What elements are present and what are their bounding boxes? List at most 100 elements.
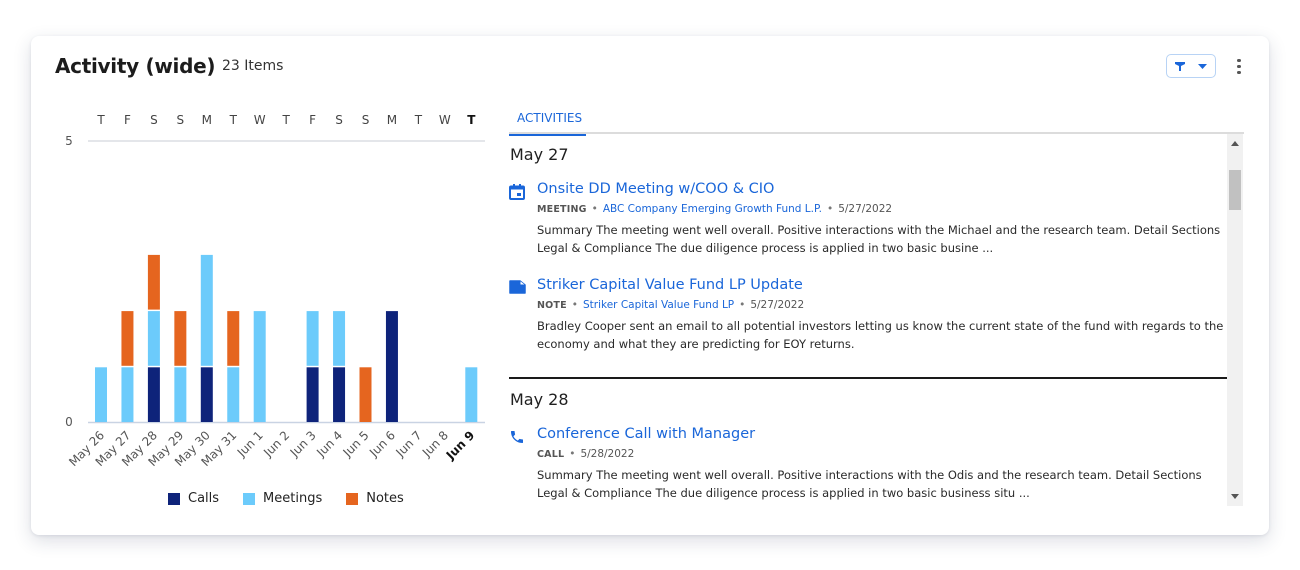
x-tick-label: Jun 2: [260, 428, 292, 460]
activity-title-link[interactable]: Striker Capital Value Fund LP Update: [537, 277, 1227, 293]
activity-type: MEETING: [537, 204, 587, 215]
x-tick-label: Jun 5: [340, 428, 372, 460]
day-of-week-label: T: [229, 113, 238, 127]
bar-segment-notes: [227, 311, 240, 366]
day-of-week-label: F: [124, 113, 131, 127]
y-tick-label: 0: [65, 415, 73, 429]
separator-dot: •: [739, 299, 746, 311]
day-of-week-label: S: [177, 113, 185, 127]
bar-segment-meetings: [121, 367, 134, 422]
bar-segment-notes: [174, 311, 187, 366]
bar-segment-meetings: [95, 367, 107, 422]
date-group-header: May 28: [510, 390, 569, 409]
bar-segment-calls: [200, 367, 213, 422]
activity-date: 5/27/2022: [750, 299, 805, 311]
legend-item-meetings[interactable]: Meetings: [243, 491, 322, 506]
note-icon: [509, 280, 526, 294]
day-of-week-label: S: [150, 113, 158, 127]
bar-segment-meetings: [333, 311, 346, 366]
day-of-week-label: T: [96, 113, 105, 127]
separator-dot: •: [569, 448, 576, 460]
bar-segment-meetings: [253, 311, 266, 422]
activity-title-link[interactable]: Conference Call with Manager: [537, 426, 1227, 442]
more-options-button[interactable]: [1231, 56, 1247, 78]
legend-item-notes[interactable]: Notes: [346, 491, 404, 506]
group-divider: [509, 377, 1227, 379]
scroll-down-arrow-icon[interactable]: [1231, 494, 1239, 499]
legend-swatch-meetings: [243, 492, 256, 505]
legend-label: Notes: [366, 491, 404, 506]
separator-dot: •: [571, 299, 578, 311]
bar-segment-calls: [147, 367, 160, 422]
bar-segment-meetings: [227, 367, 240, 422]
bar-segment-notes: [359, 367, 372, 422]
day-of-week-label: W: [439, 113, 451, 127]
activity-item: Conference Call with Manager CALL • 5/28/2…: [509, 426, 1227, 502]
day-of-week-label: T: [467, 113, 476, 127]
activity-type: NOTE: [537, 300, 567, 311]
legend-swatch-calls: [168, 492, 180, 505]
date-group-header: May 27: [510, 145, 569, 164]
activity-item: Onsite DD Meeting w/COO & CIO MEETING • AB…: [509, 181, 1227, 257]
activity-type: CALL: [537, 449, 565, 460]
tab-label: ACTIVITIES: [517, 111, 583, 125]
legend-label: Calls: [188, 491, 220, 506]
activity-summary: Bradley Cooper sent an email to all pote…: [537, 319, 1224, 351]
y-tick-label: 5: [65, 134, 73, 148]
x-tick-label: Jun 9: [443, 428, 478, 463]
chart-svg: 05TMay 26FMay 27SMay 28SMay 29MMay 30TMa…: [65, 113, 485, 469]
bar-segment-meetings: [200, 254, 213, 366]
x-tick-label: Jun 7: [393, 428, 425, 460]
activity-list-scrollbar[interactable]: [1227, 134, 1243, 506]
bar-segment-calls: [385, 311, 398, 422]
activity-entity-link[interactable]: Striker Capital Value Fund LP: [583, 299, 734, 311]
x-tick-label: Jun 1: [234, 428, 266, 460]
activity-date: 5/28/2022: [580, 448, 635, 460]
legend-swatch-notes: [346, 492, 359, 505]
more-dot: [1237, 70, 1241, 74]
activity-card: Activity (wide) 23 Items 0 5 T May 26 F May 2…: [31, 36, 1269, 535]
x-tick-label: Jun 6: [366, 428, 398, 460]
calendar-icon: [509, 184, 525, 200]
x-tick-label: Jun 3: [287, 428, 319, 460]
day-of-week-label: T: [281, 113, 290, 127]
activity-entity-link[interactable]: ABC Company Emerging Growth Fund L.P.: [603, 203, 822, 215]
activity-summary: Summary The meeting went well overall. P…: [537, 468, 1202, 500]
legend-item-calls[interactable]: Calls: [168, 491, 219, 506]
x-tick-label: Jun 4: [313, 428, 345, 460]
separator-dot: •: [591, 203, 598, 215]
bar-segment-meetings: [174, 367, 187, 422]
bar-segment-calls: [333, 367, 346, 422]
activity-title-link[interactable]: Onsite DD Meeting w/COO & CIO: [537, 181, 1227, 197]
day-of-week-label: W: [254, 113, 266, 127]
bar-segment-meetings: [465, 367, 478, 422]
tab-activities[interactable]: ACTIVITIES: [509, 106, 590, 136]
more-vertical-icon: [1237, 58, 1241, 62]
day-of-week-label: T: [414, 113, 423, 127]
separator-dot: •: [827, 203, 834, 215]
day-of-week-label: M: [202, 113, 212, 127]
day-of-week-label: S: [362, 113, 370, 127]
legend-label: Meetings: [263, 491, 323, 506]
scroll-thumb[interactable]: [1229, 170, 1241, 210]
day-of-week-label: F: [309, 113, 316, 127]
day-of-week-label: M: [387, 113, 397, 127]
more-dot: [1237, 64, 1241, 68]
activity-summary: Summary The meeting went well overall. P…: [537, 223, 1221, 255]
bar-segment-notes: [147, 254, 160, 310]
activity-date: 5/27/2022: [838, 203, 893, 215]
activity-meta: NOTE • Striker Capital Value Fund LP • 5/27/…: [537, 299, 1227, 311]
activity-list: May 27 Onsite DD Meeting w/COO & CIO MEE…: [509, 136, 1227, 506]
scroll-up-arrow-icon[interactable]: [1231, 141, 1239, 146]
bar-segment-meetings: [147, 311, 160, 366]
chart-legend: Calls Meetings Notes: [168, 491, 404, 506]
activities-tabs: ACTIVITIES: [509, 106, 1244, 136]
filter-dropdown-button[interactable]: [1166, 54, 1216, 78]
filter-icon: [1175, 62, 1185, 71]
bar-segment-notes: [121, 311, 134, 366]
phone-icon: [511, 431, 523, 443]
day-of-week-label: S: [335, 113, 343, 127]
activity-meta: MEETING • ABC Company Emerging Growth Fund…: [537, 203, 1227, 215]
bar-segment-calls: [306, 367, 319, 422]
activity-chart: 0 5 T May 26 F May 27 S May 28 S May 29 M May 30 T Ma…: [31, 36, 501, 535]
